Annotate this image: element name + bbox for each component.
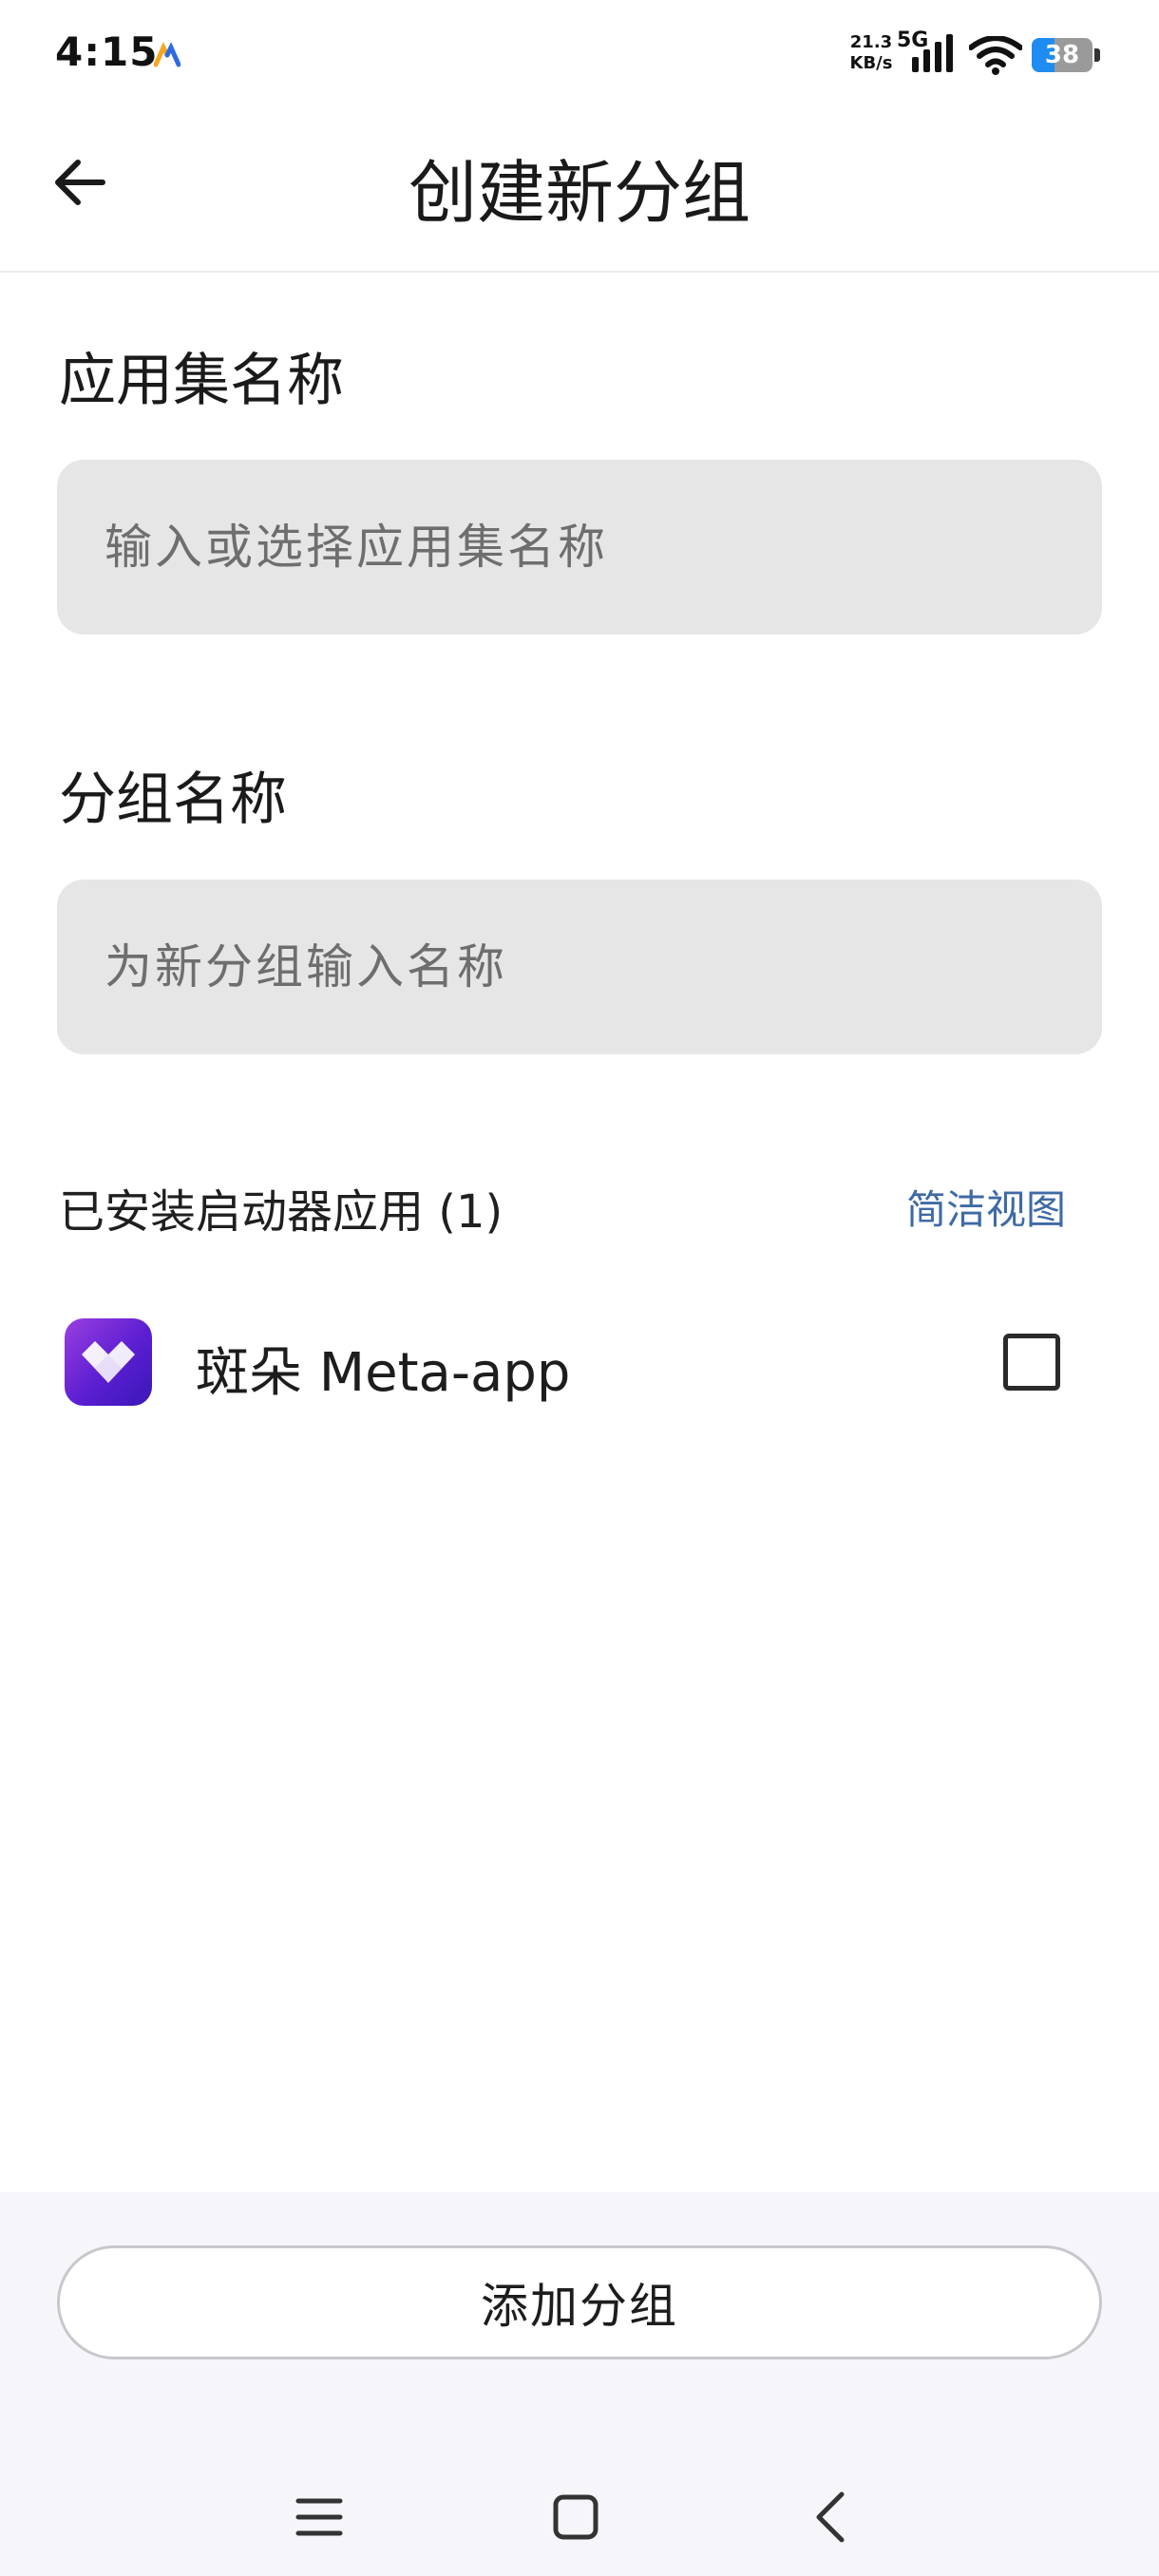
header: 创建新分组 bbox=[0, 114, 1159, 273]
battery-icon: 38 bbox=[1032, 38, 1100, 72]
page-title: 创建新分组 bbox=[408, 153, 750, 233]
app-set-label: 应用集名称 bbox=[59, 348, 344, 414]
nav-back-button[interactable] bbox=[792, 2479, 868, 2555]
bottom-area: 添加分组 bbox=[0, 2192, 1159, 2576]
banduo-app-icon bbox=[65, 1318, 152, 1406]
wifi-icon bbox=[969, 36, 1022, 75]
group-name-input[interactable] bbox=[57, 880, 1102, 1054]
nav-menu-button[interactable] bbox=[281, 2479, 357, 2555]
home-square-icon bbox=[553, 2494, 598, 2540]
nav-home-button[interactable] bbox=[538, 2479, 614, 2555]
battery-text: 38 bbox=[1044, 41, 1080, 69]
status-bar: 4:15 21.3 KB/s 5G 38 bbox=[0, 0, 1159, 114]
app-checkbox[interactable] bbox=[1003, 1334, 1060, 1391]
app-set-input[interactable] bbox=[57, 460, 1102, 635]
add-group-button[interactable]: 添加分组 bbox=[57, 2245, 1102, 2359]
app-name: 斑朵 Meta-app bbox=[196, 1342, 571, 1404]
menu-icon bbox=[295, 2498, 343, 2536]
simple-view-link[interactable]: 简洁视图 bbox=[906, 1178, 1066, 1236]
list-item[interactable]: 斑朵 Meta-app bbox=[0, 1301, 1159, 1425]
signal-icon bbox=[912, 34, 953, 72]
notification-app-icon bbox=[154, 42, 180, 67]
group-name-label: 分组名称 bbox=[59, 767, 287, 833]
network-speed: 21.3 KB/s bbox=[849, 32, 893, 73]
system-nav-bar bbox=[0, 2458, 1159, 2572]
chevron-left-icon bbox=[816, 2491, 845, 2543]
installed-apps-label: 已安装启动器应用 (1) bbox=[59, 1185, 504, 1239]
status-time: 4:15 bbox=[55, 28, 159, 75]
